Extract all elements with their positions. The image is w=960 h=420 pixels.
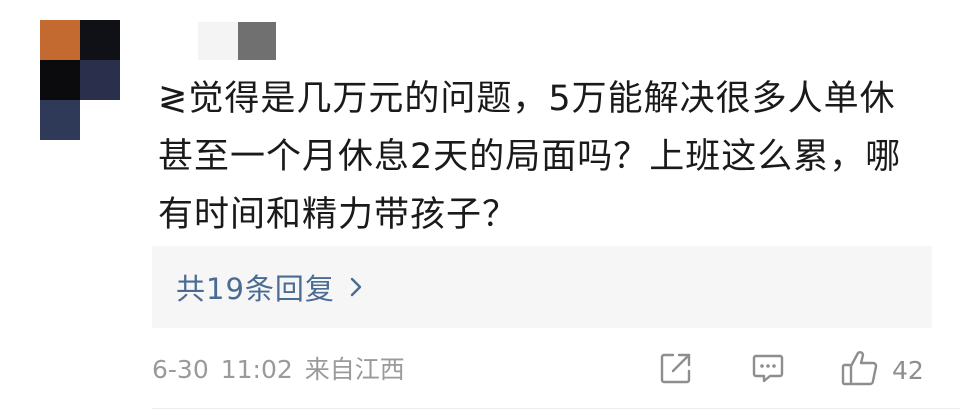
username-pixel [238, 22, 276, 60]
comment-button[interactable] [750, 350, 786, 390]
chevron-right-icon [349, 276, 363, 298]
share-icon [658, 350, 694, 390]
replies-count-label: 共19条回复 [176, 272, 335, 306]
like-count: 42 [892, 355, 924, 385]
comment-icon [750, 350, 786, 390]
share-button[interactable] [658, 350, 694, 390]
comment-time: 11:02 [220, 355, 293, 384]
divider [152, 408, 960, 409]
like-button[interactable]: 42 [840, 350, 924, 390]
avatar-pixel [80, 60, 120, 100]
comment-line: ≷觉得是几万元的问题，5万能解决很多人单休 [158, 79, 896, 119]
thumbs-up-icon [840, 349, 880, 391]
username-pixel [198, 22, 238, 60]
comment-meta: 6-30 11:02 来自江西 [152, 350, 405, 390]
avatar[interactable] [40, 20, 120, 140]
comment-footer: 6-30 11:02 来自江西 42 [152, 350, 932, 390]
comment-date: 6-30 [152, 355, 209, 384]
avatar-pixel [40, 20, 80, 60]
view-replies-button[interactable]: 共19条回复 [152, 246, 932, 328]
comment-text: ≷觉得是几万元的问题，5万能解决很多人单休 甚至一个月休息2天的局面吗？上班这么… [158, 70, 928, 244]
comment-line: 甚至一个月休息2天的局面吗？上班这么累，哪 [158, 137, 902, 177]
comment-location: 来自江西 [304, 355, 405, 384]
comment-line: 有时间和精力带孩子？ [158, 195, 519, 235]
avatar-pixel [40, 60, 80, 100]
comment-card: ≷觉得是几万元的问题，5万能解决很多人单休 甚至一个月休息2天的局面吗？上班这么… [0, 0, 960, 420]
username-redacted[interactable] [198, 22, 278, 60]
avatar-pixel [40, 100, 80, 140]
avatar-pixel [80, 20, 120, 60]
